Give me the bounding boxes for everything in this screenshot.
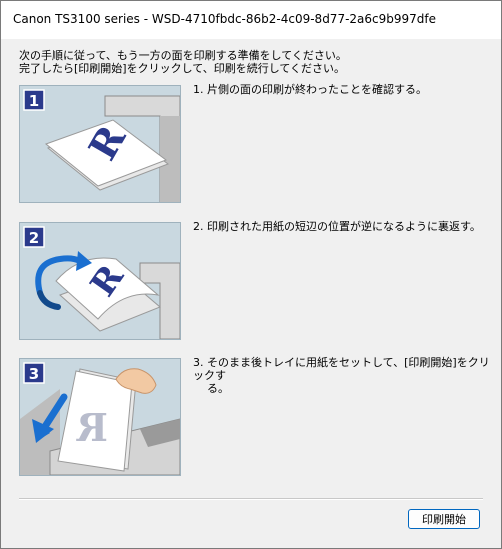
separator [19,498,483,500]
step3-text-line-1: 3. そのまま後トレイに用紙をセットして、[印刷開始]をクリックす [193,356,490,382]
step2-flip-illustration: R 2 [20,223,180,339]
step1-printer-illustration: R 1 [20,86,180,202]
step3-text: 3. そのまま後トレイに用紙をセットして、[印刷開始]をクリックす る。 [193,356,493,395]
title-bar: Canon TS3100 series - WSD-4710fbdc-86b2-… [1,1,501,39]
start-print-button[interactable]: 印刷開始 [408,509,480,529]
dialog-window: Canon TS3100 series - WSD-4710fbdc-86b2-… [0,0,502,549]
step3-load-illustration: R 3 [20,359,180,475]
instructions: 次の手順に従って、もう一方の面を印刷する準備をしてください。 完了したら[印刷開… [19,49,347,75]
svg-text:2: 2 [29,229,39,247]
window-title: Canon TS3100 series - WSD-4710fbdc-86b2-… [13,12,437,26]
paper-letter-r-mirrored: R [76,405,108,450]
step1-illustration: R 1 [19,85,181,203]
step2-text: 2. 印刷された用紙の短辺の位置が逆になるように裏返す。 [193,220,481,233]
svg-text:3: 3 [29,365,39,383]
step2-illustration: R 2 [19,222,181,340]
step1-text: 1. 片側の面の印刷が終わったことを確認する。 [193,83,427,96]
instruction-line-1: 次の手順に従って、もう一方の面を印刷する準備をしてください。 [19,49,347,62]
step3-illustration: R 3 [19,358,181,476]
svg-text:1: 1 [29,92,39,110]
instruction-line-2: 完了したら[印刷開始]をクリックして、印刷を続行してください。 [19,62,346,75]
step3-text-line-2: る。 [207,382,229,395]
